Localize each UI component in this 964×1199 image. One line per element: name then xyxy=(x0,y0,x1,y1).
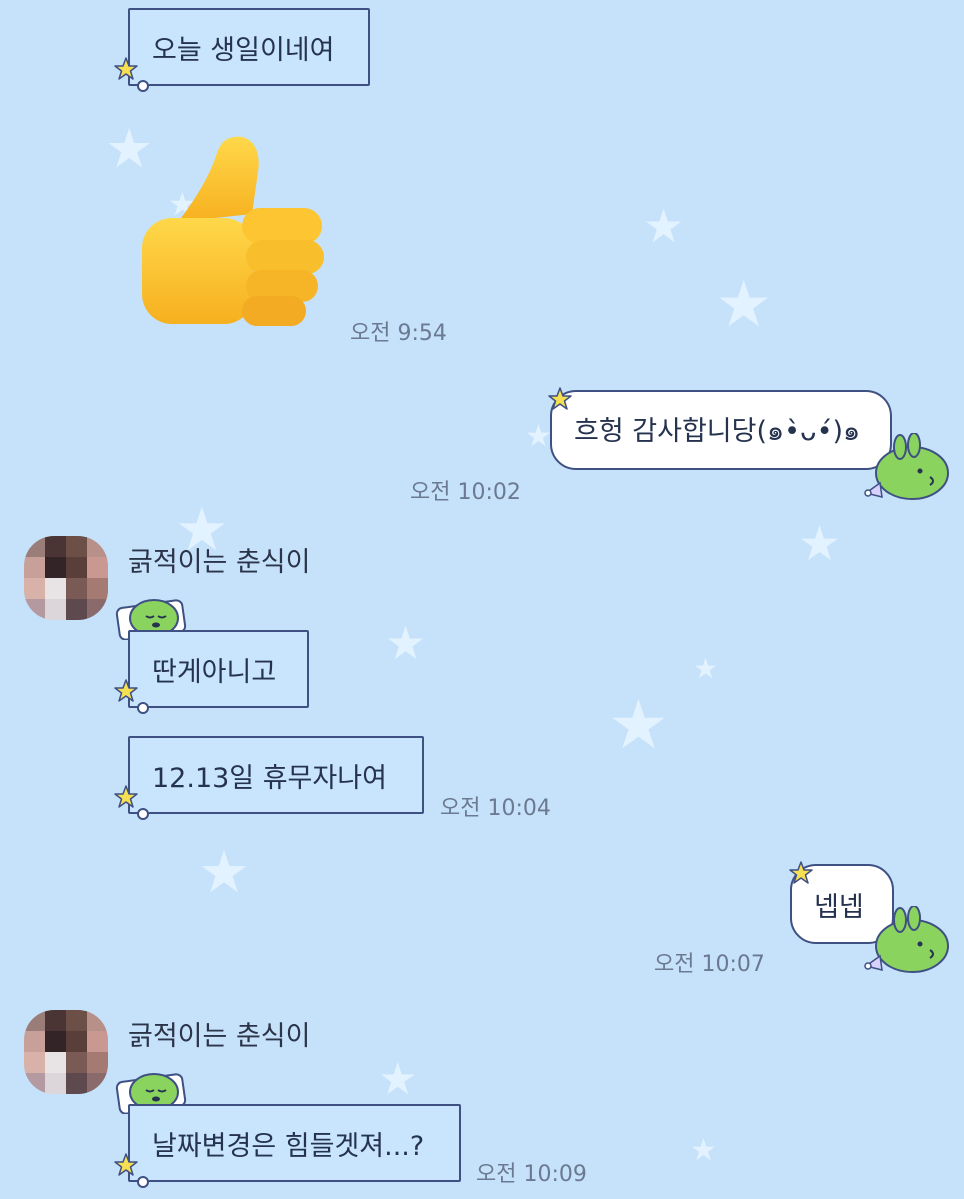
green-mascot-icon xyxy=(864,433,949,500)
thumbs-up-emoji[interactable] xyxy=(138,132,324,330)
message-bubble[interactable]: 딴게아니고 xyxy=(128,630,309,708)
background-star-icon: ★ xyxy=(198,838,250,906)
timestamp: 오전 10:09 xyxy=(476,1162,587,1187)
background-star-icon: ★ xyxy=(385,616,427,670)
message-text: 12.13일 휴무자나여 xyxy=(152,762,387,794)
green-mascot-icon xyxy=(864,906,949,973)
star-icon xyxy=(114,679,138,702)
star-icon xyxy=(789,861,813,884)
background-star-icon: ★ xyxy=(690,1133,717,1168)
background-star-icon: ★ xyxy=(715,268,773,342)
background-star-icon: ★ xyxy=(608,686,669,765)
bubble-dot xyxy=(137,80,149,92)
avatar[interactable] xyxy=(24,536,108,620)
avatar[interactable] xyxy=(24,1010,108,1094)
background-star-icon: ★ xyxy=(643,199,685,253)
timestamp: 오전 10:02 xyxy=(410,480,521,505)
timestamp: 오전 10:07 xyxy=(654,952,765,977)
timestamp: 오전 10:04 xyxy=(440,796,551,821)
message-text: 흐헝 감사합니당(๑•̀ᴗ•́)๑ xyxy=(574,415,861,447)
sender-name: 긁적이는 춘식이 xyxy=(128,547,311,578)
message-bubble[interactable]: 오늘 생일이네여 xyxy=(128,8,370,86)
timestamp: 오전 9:54 xyxy=(350,321,447,346)
message-text: 넵넵 xyxy=(814,891,864,923)
message-text: 오늘 생일이네여 xyxy=(152,34,335,66)
bubble-dot xyxy=(137,702,149,714)
star-icon xyxy=(114,785,138,808)
bubble-dot xyxy=(137,1176,149,1188)
message-text: 날짜변경은 힘들겟져...? xyxy=(152,1130,425,1162)
sender-name: 긁적이는 춘식이 xyxy=(128,1021,311,1052)
background-star-icon: ★ xyxy=(693,652,719,685)
message-bubble[interactable]: 날짜변경은 힘들겟져...? xyxy=(128,1104,461,1182)
message-bubble[interactable]: 흐헝 감사합니당(๑•̀ᴗ•́)๑ xyxy=(550,390,892,470)
message-text: 딴게아니고 xyxy=(152,656,277,688)
star-icon xyxy=(114,57,138,80)
message-bubble[interactable]: 12.13일 휴무자나여 xyxy=(128,736,424,814)
star-icon xyxy=(548,387,572,410)
star-icon xyxy=(114,1153,138,1176)
background-star-icon: ★ xyxy=(525,419,552,454)
background-star-icon: ★ xyxy=(378,1054,418,1105)
bubble-dot xyxy=(137,808,149,820)
background-star-icon: ★ xyxy=(798,516,842,572)
